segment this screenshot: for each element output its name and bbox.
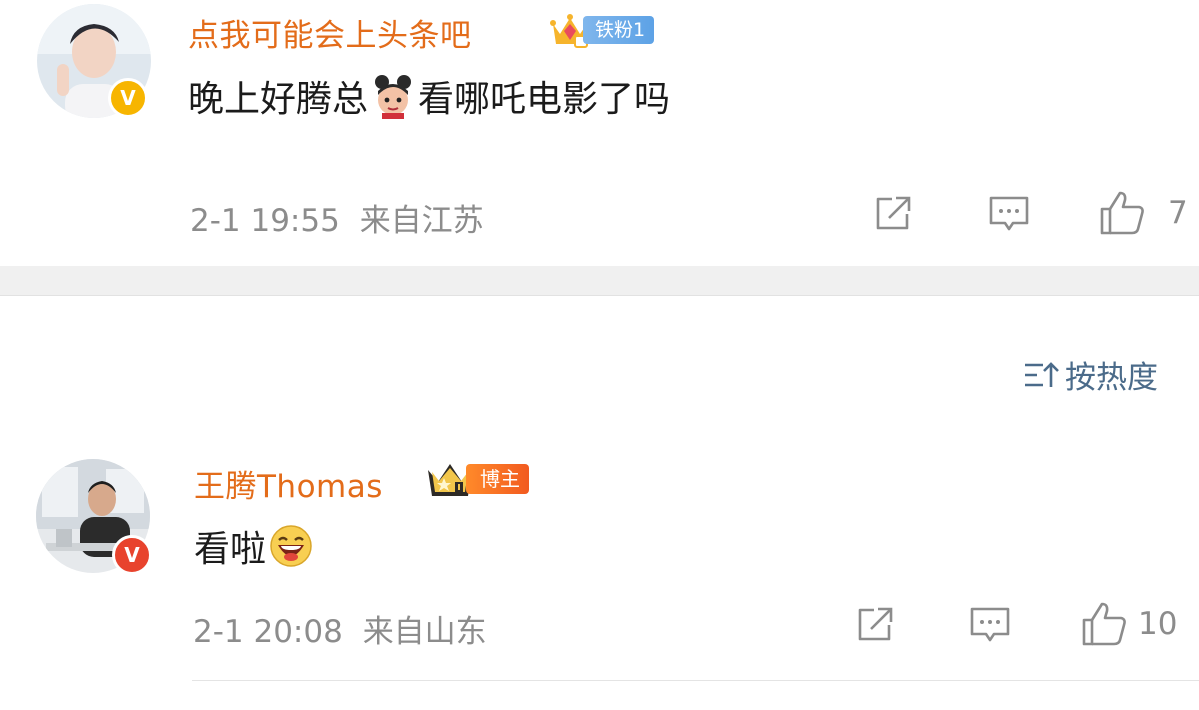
host-badge[interactable]: 博主 [424,458,529,500]
username[interactable]: 王腾Thomas [194,461,383,506]
laughing-emoji [270,525,312,567]
share-icon [858,607,893,641]
comment-icon [970,607,1010,642]
comment-button[interactable] [968,604,1012,646]
share-button[interactable] [854,604,898,644]
comment-meta: 2-1 20:08 来自山东 [193,606,487,651]
comment-time: 2-1 20:08 [193,614,343,650]
like-button[interactable]: 10 [1080,600,1177,648]
comment-text-part: 看啦 [194,529,267,570]
comment-location: 来自山东 [362,614,487,650]
like-count: 10 [1138,606,1178,642]
host-badge-label: 博主 [466,464,529,494]
divider-line [192,680,1199,681]
thumbs-up-icon [1082,602,1126,646]
comment-text: 看啦 [194,520,316,572]
comment-item: 王腾Thomas 博主 看啦 2-1 20:08 来自山东 10 [0,0,1199,710]
